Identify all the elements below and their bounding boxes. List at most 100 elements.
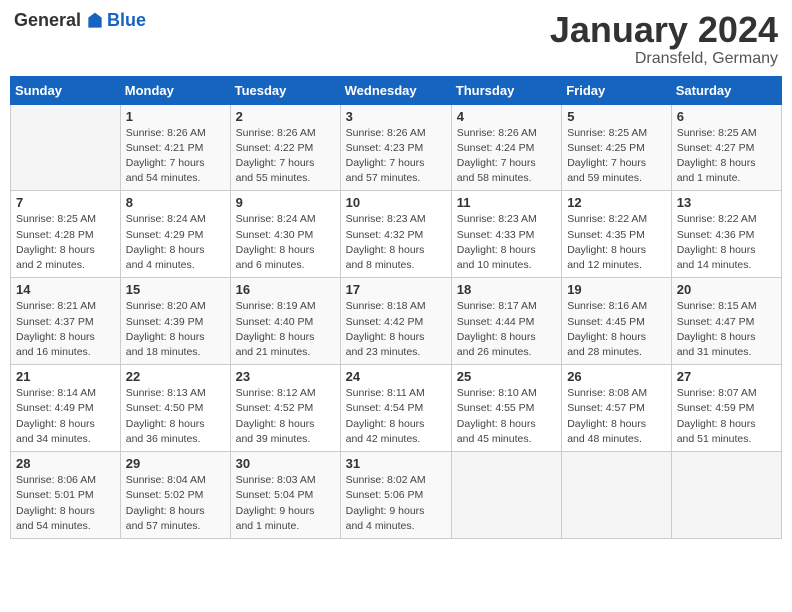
day-info: Sunrise: 8:20 AM Sunset: 4:39 PM Dayligh…	[126, 299, 225, 360]
day-cell: 19 Sunrise: 8:16 AM Sunset: 4:45 PM Dayli…	[562, 278, 672, 365]
day-cell: 6Sunrise: 8:25 AM Sunset: 4:27 PM Daylig…	[671, 104, 781, 191]
day-number: 19	[567, 282, 666, 297]
day-info: Sunrise: 8:13 AM Sunset: 4:50 PM Dayligh…	[126, 386, 225, 447]
logo-general: General	[14, 10, 81, 31]
day-number: 3	[346, 109, 446, 124]
day-number: 12	[567, 195, 666, 210]
logo-blue: Blue	[107, 10, 146, 31]
day-info: Sunrise: 8:26 AM Sunset: 4:21 PM Dayligh…	[126, 126, 225, 187]
day-cell: 12 Sunrise: 8:22 AM Sunset: 4:35 PM Dayli…	[562, 191, 672, 278]
weekday-monday: Monday	[120, 76, 230, 104]
day-cell: 5 Sunrise: 8:25 AM Sunset: 4:25 PM Daylig…	[562, 104, 672, 191]
day-cell: 10 Sunrise: 8:23 AM Sunset: 4:32 PM Dayli…	[340, 191, 451, 278]
day-cell: 8 Sunrise: 8:24 AM Sunset: 4:29 PM Daylig…	[120, 191, 230, 278]
day-cell	[451, 452, 561, 539]
day-number: 4	[457, 109, 556, 124]
day-number: 5	[567, 109, 666, 124]
day-number: 21	[16, 369, 115, 384]
day-number: 1	[126, 109, 225, 124]
week-row-5: 28 Sunrise: 8:06 AM Sunset: 5:01 PM Dayli…	[11, 452, 782, 539]
location: Dransfeld, Germany	[550, 50, 778, 68]
logo: General Blue	[14, 10, 146, 31]
day-cell: 14Sunrise: 8:21 AM Sunset: 4:37 PM Dayli…	[11, 278, 121, 365]
day-info: Sunrise: 8:16 AM Sunset: 4:45 PM Dayligh…	[567, 299, 666, 360]
day-info: Sunrise: 8:21 AM Sunset: 4:37 PM Dayligh…	[16, 299, 115, 360]
day-number: 22	[126, 369, 225, 384]
day-info: Sunrise: 8:23 AM Sunset: 4:33 PM Dayligh…	[457, 212, 556, 273]
day-number: 20	[677, 282, 776, 297]
day-info: Sunrise: 8:24 AM Sunset: 4:30 PM Dayligh…	[236, 212, 335, 273]
day-number: 27	[677, 369, 776, 384]
day-cell: 16Sunrise: 8:19 AM Sunset: 4:40 PM Dayli…	[230, 278, 340, 365]
day-info: Sunrise: 8:10 AM Sunset: 4:55 PM Dayligh…	[457, 386, 556, 447]
day-number: 8	[126, 195, 225, 210]
calendar-body: 1 Sunrise: 8:26 AM Sunset: 4:21 PM Daylig…	[11, 104, 782, 538]
day-number: 29	[126, 456, 225, 471]
day-number: 26	[567, 369, 666, 384]
day-cell: 2 Sunrise: 8:26 AM Sunset: 4:22 PM Daylig…	[230, 104, 340, 191]
day-cell: 11 Sunrise: 8:23 AM Sunset: 4:33 PM Dayli…	[451, 191, 561, 278]
day-info: Sunrise: 8:24 AM Sunset: 4:29 PM Dayligh…	[126, 212, 225, 273]
weekday-saturday: Saturday	[671, 76, 781, 104]
day-cell	[671, 452, 781, 539]
day-number: 30	[236, 456, 335, 471]
day-info: Sunrise: 8:23 AM Sunset: 4:32 PM Dayligh…	[346, 212, 446, 273]
day-cell: 15Sunrise: 8:20 AM Sunset: 4:39 PM Dayli…	[120, 278, 230, 365]
day-number: 28	[16, 456, 115, 471]
day-cell: 26Sunrise: 8:08 AM Sunset: 4:57 PM Dayli…	[562, 365, 672, 452]
weekday-thursday: Thursday	[451, 76, 561, 104]
day-cell: 27Sunrise: 8:07 AM Sunset: 4:59 PM Dayli…	[671, 365, 781, 452]
day-info: Sunrise: 8:22 AM Sunset: 4:35 PM Dayligh…	[567, 212, 666, 273]
day-info: Sunrise: 8:26 AM Sunset: 4:22 PM Dayligh…	[236, 126, 335, 187]
week-row-2: 7 Sunrise: 8:25 AM Sunset: 4:28 PM Daylig…	[11, 191, 782, 278]
day-info: Sunrise: 8:15 AM Sunset: 4:47 PM Dayligh…	[677, 299, 776, 360]
day-info: Sunrise: 8:26 AM Sunset: 4:23 PM Dayligh…	[346, 126, 446, 187]
day-cell: 25Sunrise: 8:10 AM Sunset: 4:55 PM Dayli…	[451, 365, 561, 452]
day-number: 18	[457, 282, 556, 297]
day-cell: 24 Sunrise: 8:11 AM Sunset: 4:54 PM Dayli…	[340, 365, 451, 452]
weekday-wednesday: Wednesday	[340, 76, 451, 104]
day-info: Sunrise: 8:06 AM Sunset: 5:01 PM Dayligh…	[16, 473, 115, 534]
day-info: Sunrise: 8:25 AM Sunset: 4:25 PM Dayligh…	[567, 126, 666, 187]
day-cell: 20 Sunrise: 8:15 AM Sunset: 4:47 PM Dayli…	[671, 278, 781, 365]
week-row-3: 14Sunrise: 8:21 AM Sunset: 4:37 PM Dayli…	[11, 278, 782, 365]
day-cell: 30 Sunrise: 8:03 AM Sunset: 5:04 PM Dayli…	[230, 452, 340, 539]
day-number: 9	[236, 195, 335, 210]
weekday-tuesday: Tuesday	[230, 76, 340, 104]
day-number: 7	[16, 195, 115, 210]
day-cell: 29 Sunrise: 8:04 AM Sunset: 5:02 PM Dayli…	[120, 452, 230, 539]
weekday-friday: Friday	[562, 76, 672, 104]
day-info: Sunrise: 8:04 AM Sunset: 5:02 PM Dayligh…	[126, 473, 225, 534]
day-number: 13	[677, 195, 776, 210]
day-cell	[562, 452, 672, 539]
page-header: General Blue January 2024 Dransfeld, Ger…	[10, 10, 782, 68]
day-info: Sunrise: 8:18 AM Sunset: 4:42 PM Dayligh…	[346, 299, 446, 360]
day-info: Sunrise: 8:14 AM Sunset: 4:49 PM Dayligh…	[16, 386, 115, 447]
day-info: Sunrise: 8:11 AM Sunset: 4:54 PM Dayligh…	[346, 386, 446, 447]
day-cell: 9 Sunrise: 8:24 AM Sunset: 4:30 PM Daylig…	[230, 191, 340, 278]
calendar-table: SundayMondayTuesdayWednesdayThursdayFrid…	[10, 76, 782, 539]
day-cell: 21 Sunrise: 8:14 AM Sunset: 4:49 PM Dayli…	[11, 365, 121, 452]
day-info: Sunrise: 8:26 AM Sunset: 4:24 PM Dayligh…	[457, 126, 556, 187]
day-cell: 3 Sunrise: 8:26 AM Sunset: 4:23 PM Daylig…	[340, 104, 451, 191]
day-number: 10	[346, 195, 446, 210]
day-cell: 28 Sunrise: 8:06 AM Sunset: 5:01 PM Dayli…	[11, 452, 121, 539]
day-number: 17	[346, 282, 446, 297]
day-cell: 18 Sunrise: 8:17 AM Sunset: 4:44 PM Dayli…	[451, 278, 561, 365]
day-info: Sunrise: 8:22 AM Sunset: 4:36 PM Dayligh…	[677, 212, 776, 273]
day-cell: 22 Sunrise: 8:13 AM Sunset: 4:50 PM Dayli…	[120, 365, 230, 452]
day-number: 24	[346, 369, 446, 384]
day-cell: 23Sunrise: 8:12 AM Sunset: 4:52 PM Dayli…	[230, 365, 340, 452]
day-number: 16	[236, 282, 335, 297]
day-cell: 4 Sunrise: 8:26 AM Sunset: 4:24 PM Daylig…	[451, 104, 561, 191]
day-cell	[11, 104, 121, 191]
day-info: Sunrise: 8:03 AM Sunset: 5:04 PM Dayligh…	[236, 473, 335, 534]
month-title: January 2024	[550, 10, 778, 50]
day-number: 2	[236, 109, 335, 124]
day-info: Sunrise: 8:17 AM Sunset: 4:44 PM Dayligh…	[457, 299, 556, 360]
day-info: Sunrise: 8:25 AM Sunset: 4:28 PM Dayligh…	[16, 212, 115, 273]
day-number: 11	[457, 195, 556, 210]
day-number: 6	[677, 109, 776, 124]
day-cell: 1 Sunrise: 8:26 AM Sunset: 4:21 PM Daylig…	[120, 104, 230, 191]
day-info: Sunrise: 8:02 AM Sunset: 5:06 PM Dayligh…	[346, 473, 446, 534]
